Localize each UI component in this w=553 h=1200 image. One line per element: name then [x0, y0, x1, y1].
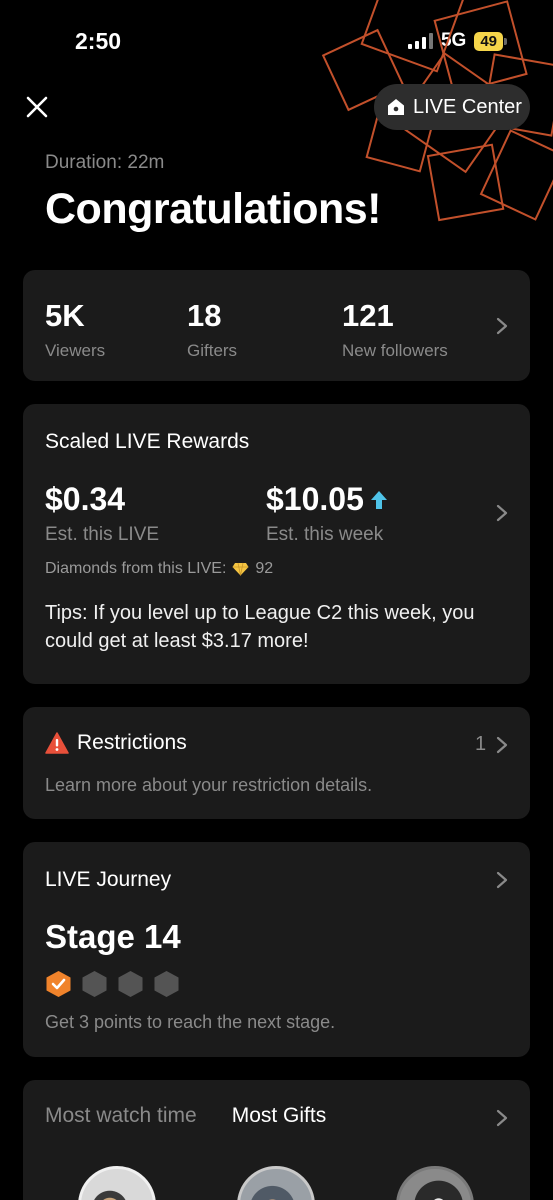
close-button[interactable]	[20, 90, 54, 124]
avatar[interactable]	[78, 1166, 156, 1200]
stat-value: 5K	[45, 298, 85, 333]
stage-pending-icon	[154, 971, 179, 997]
stage-pending-icon	[118, 971, 143, 997]
this-live-label: Est. this LIVE	[45, 524, 160, 545]
this-week-amount: $10.05	[266, 481, 364, 517]
live-journey-card[interactable]: LIVE Journey Stage 14 Get 3 points to re…	[23, 842, 530, 1057]
stage-pending-icon	[82, 971, 107, 997]
stat-new-followers: 121 New followers	[342, 298, 448, 361]
this-live-amount: $0.34	[45, 481, 126, 517]
journey-title: LIVE Journey	[45, 868, 172, 891]
stat-value: 18	[187, 298, 222, 333]
stage-progress	[45, 970, 180, 998]
live-center-button[interactable]: LIVE Center	[374, 84, 530, 130]
live-center-label: LIVE Center	[413, 95, 522, 118]
close-icon	[26, 96, 48, 118]
arrow-up-icon	[370, 490, 387, 509]
stat-viewers: 5K Viewers	[45, 298, 105, 361]
rankings-tabs: Most watch time Most Gifts	[45, 1104, 326, 1128]
restrictions-header: Restrictions	[45, 731, 187, 755]
restrictions-title: Restrictions	[77, 731, 187, 754]
reward-this-week: $10.05 Est. this week	[266, 481, 388, 546]
page-title: Congratulations!	[45, 185, 381, 233]
chevron-right-icon[interactable]	[495, 1108, 509, 1128]
this-week-label: Est. this week	[266, 524, 384, 545]
avatar[interactable]	[396, 1166, 474, 1200]
diamonds-row: Diamonds from this LIVE: 92	[45, 560, 273, 578]
tab-most-watch-time[interactable]: Most watch time	[45, 1104, 197, 1128]
stat-label: Gifters	[187, 341, 238, 360]
diamonds-label: Diamonds from this LIVE:	[45, 560, 227, 577]
rewards-card[interactable]: Scaled LIVE Rewards $0.34 Est. this LIVE…	[23, 404, 530, 684]
status-time: 2:50	[75, 28, 122, 54]
diamonds-value: 92	[255, 560, 274, 577]
stat-value: 121	[342, 298, 394, 333]
duration-text: Duration: 22m	[45, 152, 165, 173]
chevron-right-icon	[496, 736, 508, 754]
tab-most-gifts[interactable]: Most Gifts	[232, 1104, 327, 1128]
stage-complete-icon	[46, 971, 71, 997]
restrictions-card[interactable]: Restrictions 1 Learn more about your res…	[23, 707, 530, 819]
stat-label: New followers	[342, 341, 448, 360]
avatar[interactable]	[237, 1166, 315, 1200]
stat-label: Viewers	[45, 341, 106, 360]
rewards-tips: Tips: If you level up to League C2 this …	[45, 602, 475, 652]
chevron-right-icon	[496, 871, 508, 889]
diamond-icon	[232, 562, 249, 576]
restrictions-description: Learn more about your restriction detail…	[45, 775, 373, 795]
restrictions-count: 1	[475, 733, 487, 755]
chevron-right-icon	[496, 504, 508, 522]
journey-stage: Stage 14	[45, 918, 181, 955]
stat-gifters: 18 Gifters	[187, 298, 237, 361]
warning-icon	[45, 732, 69, 754]
chevron-right-icon	[496, 317, 508, 335]
home-icon	[388, 99, 404, 115]
rewards-title: Scaled LIVE Rewards	[45, 430, 250, 453]
stats-card[interactable]: 5K Viewers 18 Gifters 121 New followers	[23, 270, 530, 381]
journey-hint: Get 3 points to reach the next stage.	[45, 1012, 336, 1032]
rankings-card: Most watch time Most Gifts	[23, 1080, 530, 1200]
reward-this-live: $0.34 Est. this LIVE	[45, 481, 159, 546]
